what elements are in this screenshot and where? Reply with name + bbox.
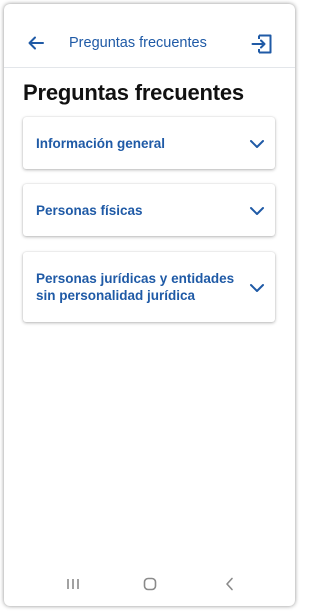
faq-section-label: Personas jurídicas y entidades sin perso… [36,271,235,303]
chevron-down-icon [250,284,264,292]
faq-section-personas-fisicas[interactable]: Personas físicas [23,184,275,236]
page-title: Preguntas frecuentes [23,80,244,105]
recents-icon [67,579,79,589]
back-button[interactable] [24,31,48,55]
arrow-left-icon [28,36,44,50]
toolbar-title: Preguntas frecuentes [69,35,207,51]
faq-section-informacion-general[interactable]: Información general [23,117,275,169]
faq-section-label: Personas físicas [36,203,143,218]
chevron-down-icon [250,140,264,148]
home-button[interactable] [140,576,160,592]
chevron-down-icon [250,207,264,215]
exit-icon [251,34,272,54]
exit-button[interactable] [249,31,275,57]
faq-section-label: Información general [36,136,166,151]
app-screen: Preguntas frecuentes Preguntas frecuente… [4,4,295,606]
recents-button[interactable] [63,576,83,592]
back-chevron-icon [226,577,233,591]
system-back-button[interactable] [220,576,240,592]
home-icon [143,577,157,591]
system-navigation-bar [4,564,295,604]
faq-section-personas-juridicas[interactable]: Personas jurídicas y entidades sin perso… [23,252,275,322]
top-app-bar: Preguntas frecuentes [4,4,295,68]
